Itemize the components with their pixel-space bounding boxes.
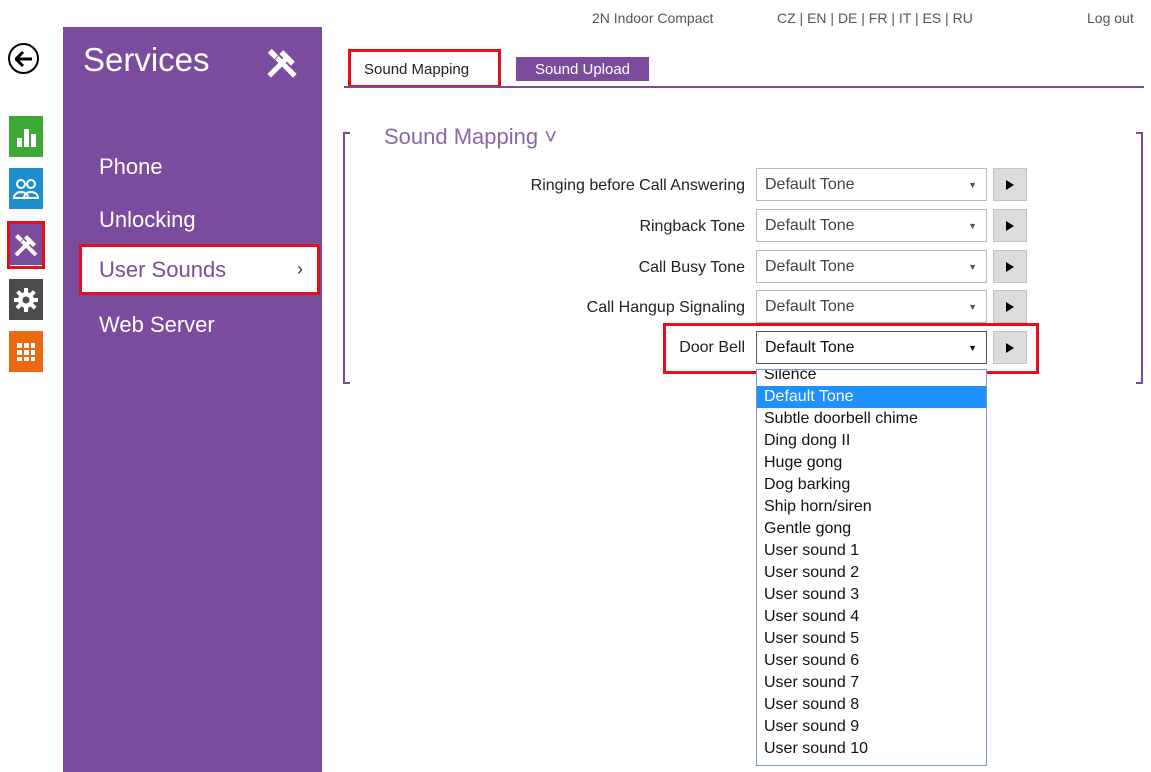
services-nav-highlight xyxy=(7,221,45,269)
dropdown-option-selected[interactable]: Default Tone xyxy=(757,386,986,408)
menu-item-user-sounds[interactable]: User Sounds › xyxy=(79,244,320,295)
menu-item-phone[interactable]: Phone xyxy=(99,154,163,180)
dropdown-option[interactable]: Gentle gong xyxy=(757,518,986,540)
device-name: 2N Indoor Compact xyxy=(592,10,714,26)
services-menu: Services Phone Unlocking User Sounds › W… xyxy=(63,27,322,772)
dropdown-option[interactable]: User sound 7 xyxy=(757,672,986,694)
dropdown-option[interactable]: User sound 3 xyxy=(757,584,986,606)
section-title[interactable]: Sound Mapping ˅ xyxy=(384,124,557,150)
back-button[interactable] xyxy=(8,43,39,74)
section-bracket-left xyxy=(343,132,350,384)
back-arrow-icon xyxy=(14,50,32,67)
dropdown-option[interactable]: User sound 5 xyxy=(757,628,986,650)
select-value: Default Tone xyxy=(765,175,855,193)
select-value: Default Tone xyxy=(765,257,855,275)
dropdown-option[interactable]: Dog barking xyxy=(757,474,986,496)
tools-icon xyxy=(263,45,301,85)
dropdown-option[interactable]: Huge gong xyxy=(757,452,986,474)
chart-icon xyxy=(17,128,36,147)
select-value: Default Tone xyxy=(765,216,855,234)
select-value: Default Tone xyxy=(765,297,855,315)
play-icon xyxy=(1006,179,1014,190)
caret-down-icon: ▼ xyxy=(968,302,977,312)
menu-item-web-server[interactable]: Web Server xyxy=(99,312,215,338)
tab-sound-upload[interactable]: Sound Upload xyxy=(516,57,649,81)
directory-nav-button[interactable] xyxy=(9,168,43,209)
play-ringback-tone-button[interactable] xyxy=(993,209,1027,242)
dropdown-option[interactable]: User sound 4 xyxy=(757,606,986,628)
grid-icon xyxy=(17,342,35,361)
menu-item-label: User Sounds xyxy=(99,256,227,282)
row-label-ringback-tone: Ringback Tone xyxy=(639,218,745,235)
logout-link[interactable]: Log out xyxy=(1087,10,1134,26)
caret-down-icon: ▼ xyxy=(968,180,977,190)
call-hangup-signaling-select[interactable]: Default Tone ▼ xyxy=(756,290,987,323)
play-ringing-before-answer-button[interactable] xyxy=(993,168,1027,201)
tab-sound-mapping[interactable]: Sound Mapping xyxy=(356,56,478,82)
status-nav-button[interactable] xyxy=(9,116,43,157)
dropdown-option[interactable]: User sound 10 xyxy=(757,738,986,760)
play-call-hangup-signaling-button[interactable] xyxy=(993,290,1027,323)
play-call-busy-tone-button[interactable] xyxy=(993,250,1027,283)
dropdown-option[interactable]: User sound 6 xyxy=(757,650,986,672)
tab-underline xyxy=(344,86,1144,88)
dropdown-option[interactable]: Subtle doorbell chime xyxy=(757,408,986,430)
gear-icon xyxy=(14,287,38,312)
language-switcher[interactable]: CZ | EN | DE | FR | IT | ES | RU xyxy=(777,10,973,26)
users-icon xyxy=(12,178,40,199)
dropdown-option[interactable]: User sound 9 xyxy=(757,716,986,738)
menu-item-unlocking[interactable]: Unlocking xyxy=(99,207,196,233)
row-label-call-busy-tone: Call Busy Tone xyxy=(638,259,745,276)
dropdown-option[interactable]: Ding dong II xyxy=(757,430,986,452)
dropdown-option[interactable]: User sound 1 xyxy=(757,540,986,562)
dropdown-option[interactable]: Ship horn/siren xyxy=(757,496,986,518)
system-nav-button[interactable] xyxy=(9,279,43,320)
dropdown-option[interactable]: User sound 8 xyxy=(757,694,986,716)
section-bracket-right xyxy=(1136,132,1143,384)
row-label-ringing-before-answer: Ringing before Call Answering xyxy=(530,177,745,194)
apps-nav-button[interactable] xyxy=(9,331,43,372)
dropdown-option[interactable]: Silence xyxy=(757,370,986,386)
caret-down-icon: ▼ xyxy=(968,221,977,231)
menu-title: Services xyxy=(83,41,210,78)
door-bell-highlight xyxy=(663,323,1039,374)
call-busy-tone-select[interactable]: Default Tone ▼ xyxy=(756,250,987,283)
play-icon xyxy=(1006,220,1014,231)
caret-down-icon: ▼ xyxy=(968,262,977,272)
door-bell-dropdown-list[interactable]: Silence Default Tone Subtle doorbell chi… xyxy=(756,369,987,766)
ringing-before-answer-select[interactable]: Default Tone ▼ xyxy=(756,168,987,201)
row-label-call-hangup-signaling: Call Hangup Signaling xyxy=(586,299,745,316)
chevron-right-icon: › xyxy=(297,259,303,279)
play-icon xyxy=(1006,301,1014,312)
ringback-tone-select[interactable]: Default Tone ▼ xyxy=(756,209,987,242)
dropdown-option[interactable]: User sound 2 xyxy=(757,562,986,584)
play-icon xyxy=(1006,261,1014,272)
